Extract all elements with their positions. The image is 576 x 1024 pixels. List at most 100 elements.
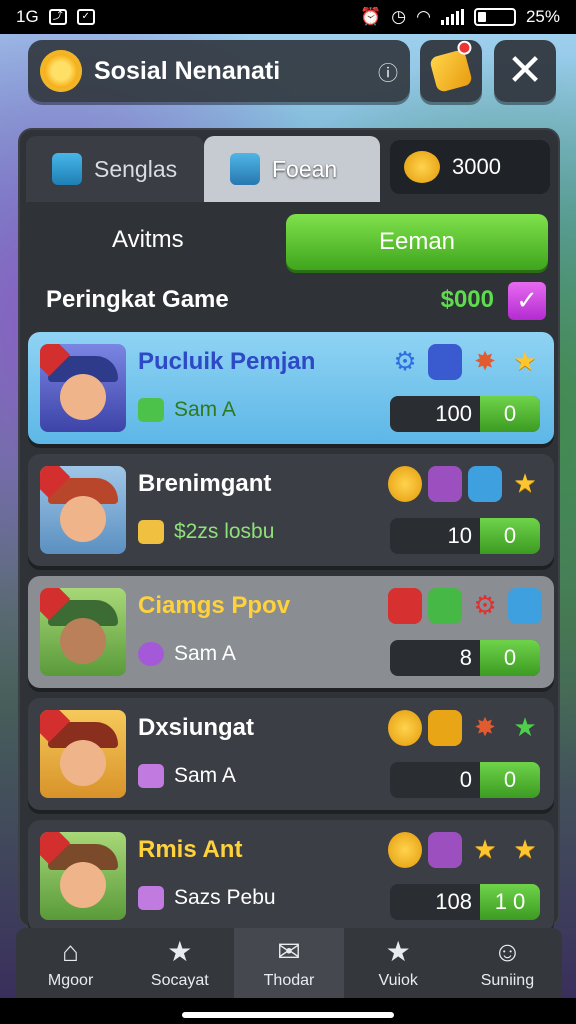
close-icon: ✕ (506, 45, 544, 96)
player-name: Brenimgant (138, 470, 272, 497)
info-icon[interactable]: ⓘ (378, 57, 398, 86)
player-name: Pucluik Pemjan (138, 348, 316, 375)
check-notification-icon: ✓ (76, 9, 95, 25)
ranking-price: $000 (440, 286, 494, 313)
nav-item-vuiok[interactable]: ★ Vuiok (344, 928, 453, 998)
header-title-bar: Sosial Nenanati ⓘ (28, 40, 410, 102)
player-sub: Sam A (138, 398, 236, 422)
score-bar: 0 0 (390, 762, 540, 798)
reward-icons: ✸ ★ (388, 710, 542, 746)
alarm-icon: ⏰ (360, 7, 382, 26)
gear-icon: ⚙ (393, 347, 417, 377)
potion-icon (428, 588, 462, 624)
reward-icons: ★ ★ (388, 832, 542, 868)
score-bar: 8 0 (390, 640, 540, 676)
score-bar: 108 1 0 (390, 884, 540, 920)
smiley-icon (388, 832, 422, 868)
score-bar: 10 0 (390, 518, 540, 554)
player-sub-text: Sazs Pebu (174, 886, 276, 909)
nav-item-suniing[interactable]: ☺ Suniing (453, 928, 562, 998)
bottom-nav: ⌂ Mgoor ★ Socayat ✉ Thodar ★ Vuiok ☺ Sun… (16, 928, 562, 998)
envelope-icon: ✉ (277, 936, 301, 967)
nav-item-socayat[interactable]: ★ Socayat (125, 928, 234, 998)
player-card[interactable]: Rmis Ant Sazs Pebu ★ ★ 108 1 0 (28, 820, 554, 932)
tab-label: Senglas (94, 155, 178, 182)
potion-icon (388, 588, 422, 624)
network-label: 1G (16, 7, 39, 26)
status-bar: 1G ⤴ ✓ ⏰ ◷ ◠ 25% (0, 0, 576, 34)
badge-button[interactable] (420, 39, 482, 102)
nav-label: Vuiok (378, 972, 418, 989)
score-extra: 1 0 (480, 884, 540, 920)
nav-label: Socayat (150, 972, 209, 989)
firework-icon: ✸ (474, 713, 496, 743)
leaderboard-panel: Senglas Foean 3000 Avitms Eeman Peringka… (18, 128, 560, 932)
star-icon: ★ (513, 835, 537, 865)
player-sub: Sam A (138, 764, 236, 788)
wifi-icon: ◠ (416, 7, 431, 26)
firework-icon: ✸ (474, 347, 496, 377)
star-icon: ★ (513, 469, 537, 499)
potion-icon (428, 466, 462, 502)
coin-face-icon (404, 151, 440, 183)
star-icon: ★ (473, 835, 497, 865)
nav-item-mgoor[interactable]: ⌂ Mgoor (16, 928, 125, 998)
battery-percent: 25% (525, 7, 560, 26)
player-name: Ciamgs Ppov (138, 592, 291, 619)
person-icon: ☺ (493, 936, 522, 967)
tab-foean[interactable]: Foean (204, 136, 380, 202)
nav-label: Thodar (263, 972, 315, 989)
potion-icon (508, 588, 542, 624)
notification-icon: ⤴ (48, 9, 67, 25)
player-card[interactable]: Pucluik Pemjan Sam A ⚙ ✸ ★ 100 0 (28, 332, 554, 444)
tab-senglas[interactable]: Senglas (26, 136, 204, 202)
reward-icons: ⚙ ✸ ★ (388, 344, 542, 380)
ticket-icon (468, 466, 502, 502)
avatar (40, 832, 126, 920)
filter-label[interactable]: Avitms (112, 226, 184, 254)
nav-item-thodar[interactable]: ✉ Thodar (234, 928, 344, 998)
clock-icon: ◷ (391, 7, 407, 26)
avatar (40, 710, 126, 798)
badge-icon (428, 39, 474, 94)
coin-value: 3000 (452, 154, 501, 179)
reward-icons: ★ (388, 466, 542, 502)
player-sub-text: $2zs losbu (174, 520, 275, 543)
check-icon[interactable]: ✓ (508, 282, 546, 320)
page-title: Sosial Nenanati (94, 56, 281, 85)
star-icon: ★ (513, 347, 537, 377)
gear-icon: ⚙ (473, 591, 497, 621)
close-button[interactable]: ✕ (494, 40, 556, 102)
signal-icon (440, 9, 464, 25)
home-icon: ⌂ (62, 936, 80, 967)
ranking-title: Peringkat Game (46, 286, 229, 313)
nav-label: Suniing (480, 972, 535, 989)
avatar (40, 466, 126, 554)
potion-icon (428, 710, 462, 746)
smiley-icon (388, 466, 422, 502)
player-card[interactable]: Dxsiungat Sam A ✸ ★ 0 0 (28, 698, 554, 810)
ranking-header: Peringkat Game $000 ✓ (46, 282, 546, 322)
score-extra: 0 (480, 518, 540, 554)
potion-icon (428, 832, 462, 868)
smiley-icon (388, 710, 422, 746)
score-bar: 100 0 (390, 396, 540, 432)
star-badge-icon: ★ (385, 936, 411, 967)
gem-icon (138, 886, 164, 910)
player-card[interactable]: Brenimgant $2zs losbu ★ 10 0 (28, 454, 554, 566)
swirl-icon (138, 642, 164, 666)
score-extra: 0 (480, 762, 540, 798)
eeman-button[interactable]: Eeman (286, 214, 548, 270)
score-value: 0 (459, 767, 472, 792)
player-sub: Sam A (138, 642, 236, 666)
player-card[interactable]: Ciamgs Ppov Sam A ⚙ 8 0 (28, 576, 554, 688)
score-extra: 0 (480, 640, 540, 676)
leaf-icon (138, 398, 164, 422)
nav-label: Mgoor (47, 972, 94, 989)
score-value: 108 (435, 889, 472, 914)
score-extra: 0 (480, 396, 540, 432)
reward-icons: ⚙ (388, 588, 542, 624)
player-sub-text: Sam A (174, 398, 236, 421)
lock-icon (52, 153, 82, 185)
home-indicator[interactable] (182, 1012, 394, 1018)
